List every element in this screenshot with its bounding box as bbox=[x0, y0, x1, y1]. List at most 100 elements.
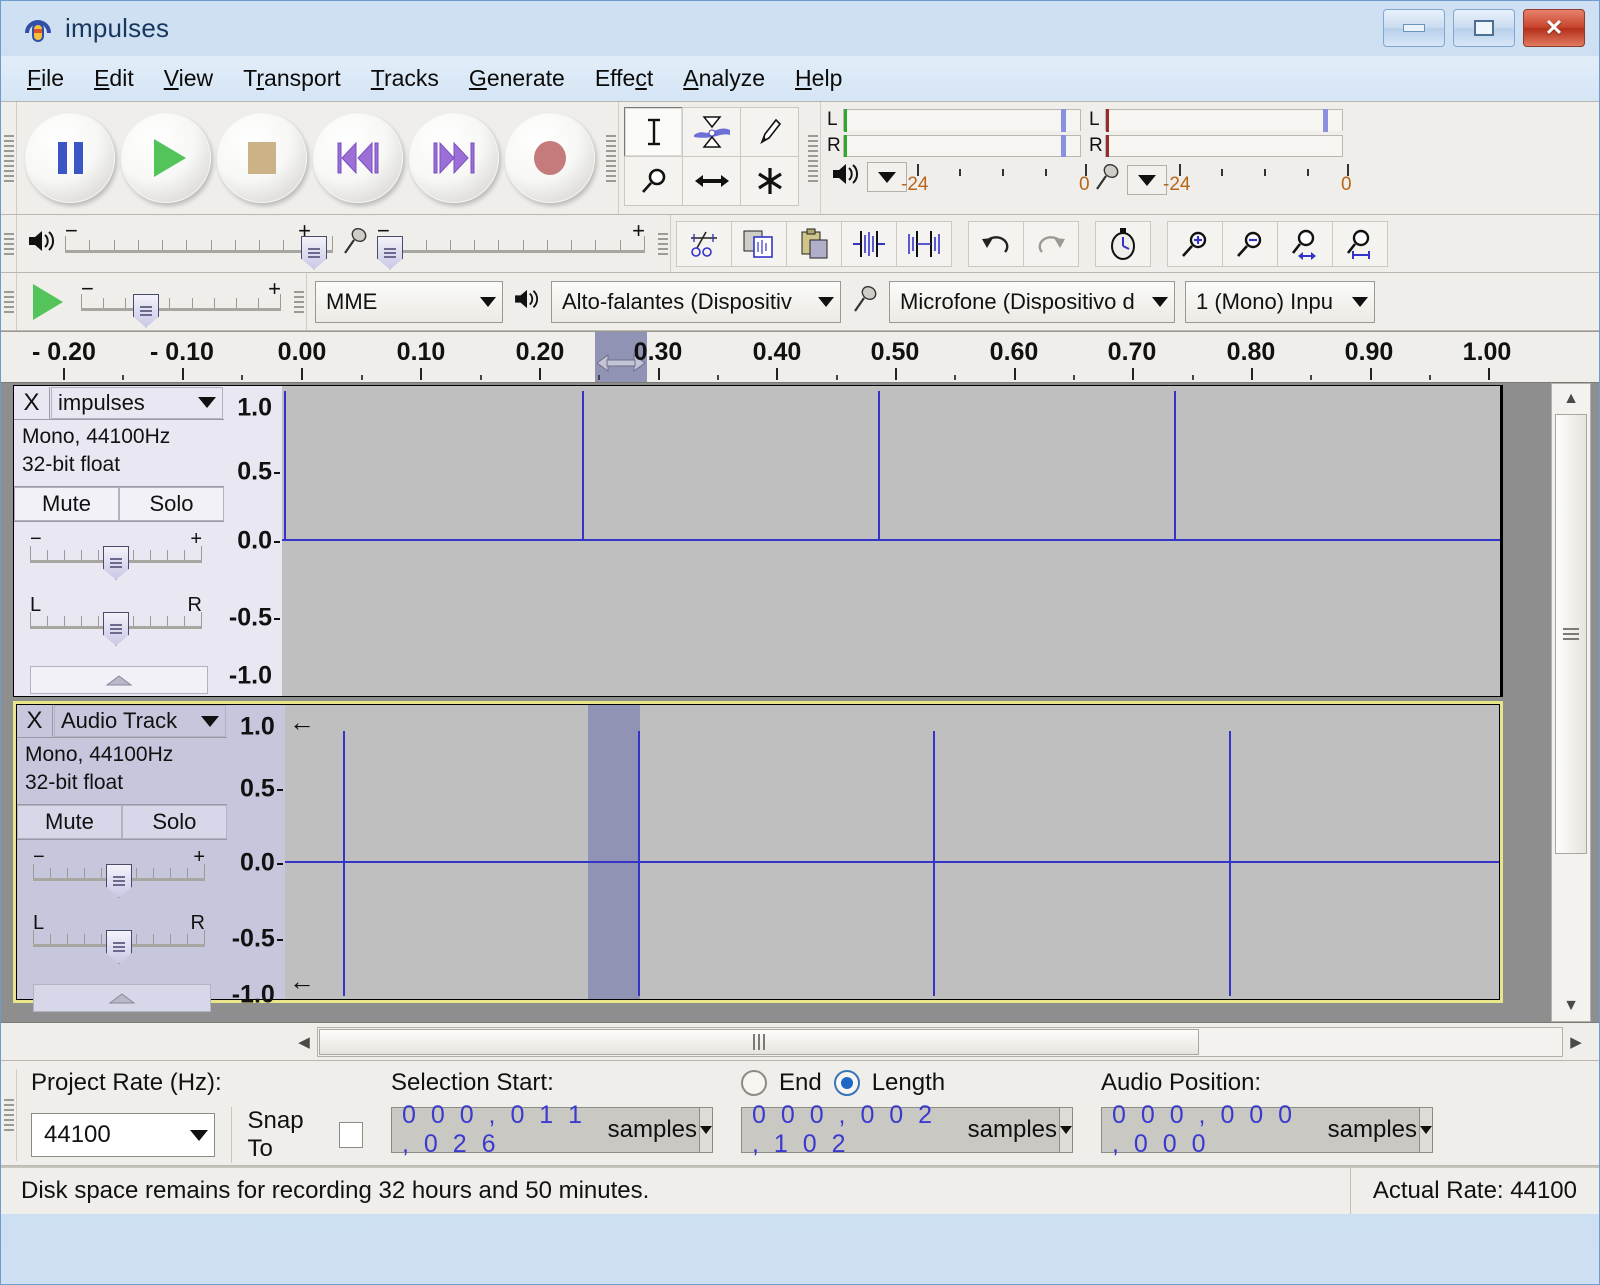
envelope-tool[interactable] bbox=[682, 107, 741, 157]
ruler-label-6: 0.40 bbox=[753, 338, 802, 367]
fit-project-button[interactable] bbox=[1332, 221, 1388, 267]
track-close-button-1[interactable]: X bbox=[14, 387, 50, 419]
play-at-speed-button[interactable] bbox=[33, 284, 63, 320]
menu-file[interactable]: FFileile bbox=[27, 65, 64, 92]
undo-button[interactable] bbox=[968, 221, 1024, 267]
sync-lock-button[interactable] bbox=[1095, 221, 1151, 267]
audio-host-select[interactable]: MME bbox=[315, 281, 503, 323]
menu-transport[interactable]: Transport bbox=[243, 65, 341, 92]
paste-button[interactable] bbox=[786, 221, 842, 267]
mute-button-2[interactable]: Mute bbox=[17, 805, 122, 839]
track-gain-slider-2[interactable]: − + bbox=[33, 850, 205, 894]
time-shift-tool[interactable] bbox=[682, 156, 741, 206]
playback-meter[interactable]: L R -24 0 bbox=[823, 106, 1085, 210]
menu-help[interactable]: Help bbox=[795, 65, 842, 92]
solo-button-1[interactable]: Solo bbox=[119, 487, 224, 521]
impulse-1-2 bbox=[878, 391, 880, 541]
playback-speed-slider[interactable]: −+ bbox=[81, 280, 281, 324]
mixer-toolbar-grip[interactable] bbox=[1, 215, 17, 272]
menu-analyze[interactable]: Analyze bbox=[683, 65, 765, 92]
trim-audio-button[interactable] bbox=[841, 221, 897, 267]
close-button[interactable]: ✕ bbox=[1523, 9, 1585, 47]
vruler-1-label-0: 1.0 bbox=[237, 394, 272, 423]
vertical-scrollbar-thumb[interactable] bbox=[1555, 414, 1587, 854]
restore-button[interactable] bbox=[1453, 9, 1515, 47]
vruler-2-label-2: 0.0 bbox=[240, 849, 275, 878]
record-button[interactable] bbox=[505, 113, 595, 203]
transport-toolbar-grip[interactable] bbox=[1, 102, 17, 214]
input-channels-select[interactable]: 1 (Mono) Inpu bbox=[1185, 281, 1375, 323]
scroll-left-arrow-icon[interactable]: ◀ bbox=[291, 1033, 317, 1051]
zoom-out-button[interactable] bbox=[1222, 221, 1278, 267]
meter-toolbar-grip[interactable] bbox=[805, 102, 821, 214]
skip-to-end-button[interactable] bbox=[409, 113, 499, 203]
length-radio[interactable] bbox=[834, 1070, 860, 1096]
track-gain-slider-1[interactable]: − + bbox=[30, 532, 202, 576]
scroll-up-arrow-icon[interactable]: ▲ bbox=[1563, 384, 1579, 414]
snap-to-checkbox[interactable] bbox=[339, 1122, 363, 1148]
pause-button[interactable] bbox=[25, 113, 115, 203]
mute-button-1[interactable]: Mute bbox=[14, 487, 119, 521]
track-pan-slider-2[interactable]: L R bbox=[33, 916, 205, 960]
menu-effect[interactable]: Effect bbox=[595, 65, 653, 92]
selection-length-field[interactable]: 0 0 0 , 0 0 2 , 1 0 2 samples bbox=[741, 1107, 1073, 1153]
audio-position-field[interactable]: 0 0 0 , 0 0 0 , 0 0 0 samples bbox=[1101, 1107, 1433, 1153]
impulse-1-0 bbox=[284, 391, 286, 541]
multi-tool[interactable] bbox=[740, 156, 799, 206]
timeline-ruler[interactable]: - 0.20 - 0.10 0.00 0.10 0.20 0.30 0.40 0… bbox=[1, 331, 1599, 383]
selection-length-spinner[interactable] bbox=[1059, 1108, 1072, 1152]
selection-start-field[interactable]: 0 0 0 , 0 1 1 , 0 2 6 samples bbox=[391, 1107, 713, 1153]
zoom-tool[interactable] bbox=[624, 156, 683, 206]
scroll-right-arrow-icon[interactable]: ▶ bbox=[1563, 1033, 1589, 1051]
minimize-button[interactable] bbox=[1383, 9, 1445, 47]
redo-button[interactable] bbox=[1023, 221, 1079, 267]
track-name-menu-1[interactable]: impulses bbox=[51, 387, 223, 419]
output-volume-slider[interactable]: −+ bbox=[65, 222, 333, 266]
track-name-menu-2[interactable]: Audio Track bbox=[54, 705, 226, 737]
horizontal-scrollbar-thumb[interactable] bbox=[319, 1029, 1199, 1055]
output-device-select[interactable]: Alto-falantes (Dispositiv bbox=[551, 281, 841, 323]
horizontal-scrollbar[interactable] bbox=[317, 1027, 1563, 1057]
zoom-in-button[interactable] bbox=[1167, 221, 1223, 267]
track-waveform-2[interactable]: ← ← bbox=[285, 705, 1499, 999]
edit-toolbar-grip[interactable] bbox=[655, 215, 671, 272]
skip-to-start-button[interactable] bbox=[313, 113, 403, 203]
draw-tool[interactable] bbox=[740, 107, 799, 157]
cut-button[interactable] bbox=[676, 221, 732, 267]
track-close-button-2[interactable]: X bbox=[17, 705, 53, 737]
solo-button-2[interactable]: Solo bbox=[122, 805, 227, 839]
selection-start-value: 0 0 0 , 0 1 1 , 0 2 6 bbox=[402, 1101, 596, 1159]
vertical-scrollbar[interactable]: ▲ ▼ bbox=[1551, 383, 1591, 1022]
menu-generate[interactable]: Generate bbox=[469, 65, 565, 92]
device-toolbar-grip[interactable] bbox=[291, 273, 307, 330]
stop-button[interactable] bbox=[217, 113, 307, 203]
end-radio[interactable] bbox=[741, 1070, 767, 1096]
project-rate-select[interactable]: 44100 bbox=[31, 1113, 215, 1157]
input-device-select[interactable]: Microfone (Dispositivo d bbox=[889, 281, 1175, 323]
track-title-2: Audio Track bbox=[61, 708, 177, 734]
silence-audio-button[interactable] bbox=[896, 221, 952, 267]
menu-tracks[interactable]: Tracks bbox=[371, 65, 439, 92]
copy-button[interactable] bbox=[731, 221, 787, 267]
selection-tool[interactable] bbox=[624, 107, 683, 157]
recording-meter[interactable]: L R -24 0 bbox=[1085, 106, 1347, 210]
menu-view[interactable]: View bbox=[164, 65, 213, 92]
track-waveform-1[interactable] bbox=[282, 386, 1500, 696]
tools-toolbar-grip[interactable] bbox=[603, 102, 619, 214]
playback-meter-tick-minus24: -24 bbox=[901, 174, 928, 196]
playback-meter-left-label: L bbox=[827, 109, 843, 131]
track-resize-handle-2[interactable] bbox=[33, 984, 211, 1012]
play-at-speed-grip[interactable] bbox=[1, 273, 17, 330]
selection-toolbar-grip[interactable] bbox=[1, 1069, 17, 1161]
track-resize-handle-1[interactable] bbox=[30, 666, 208, 694]
input-volume-slider[interactable]: −+ bbox=[377, 222, 645, 266]
recording-meter-right-bar bbox=[1105, 135, 1343, 157]
audio-position-spinner[interactable] bbox=[1419, 1108, 1432, 1152]
play-button[interactable] bbox=[121, 113, 211, 203]
audio-position-label: Audio Position: bbox=[1101, 1069, 1433, 1097]
menu-edit[interactable]: Edit bbox=[94, 65, 134, 92]
track-pan-slider-1[interactable]: L R bbox=[30, 598, 202, 642]
scroll-down-arrow-icon[interactable]: ▼ bbox=[1563, 991, 1579, 1021]
fit-selection-button[interactable] bbox=[1277, 221, 1333, 267]
selection-start-spinner[interactable] bbox=[699, 1108, 712, 1152]
